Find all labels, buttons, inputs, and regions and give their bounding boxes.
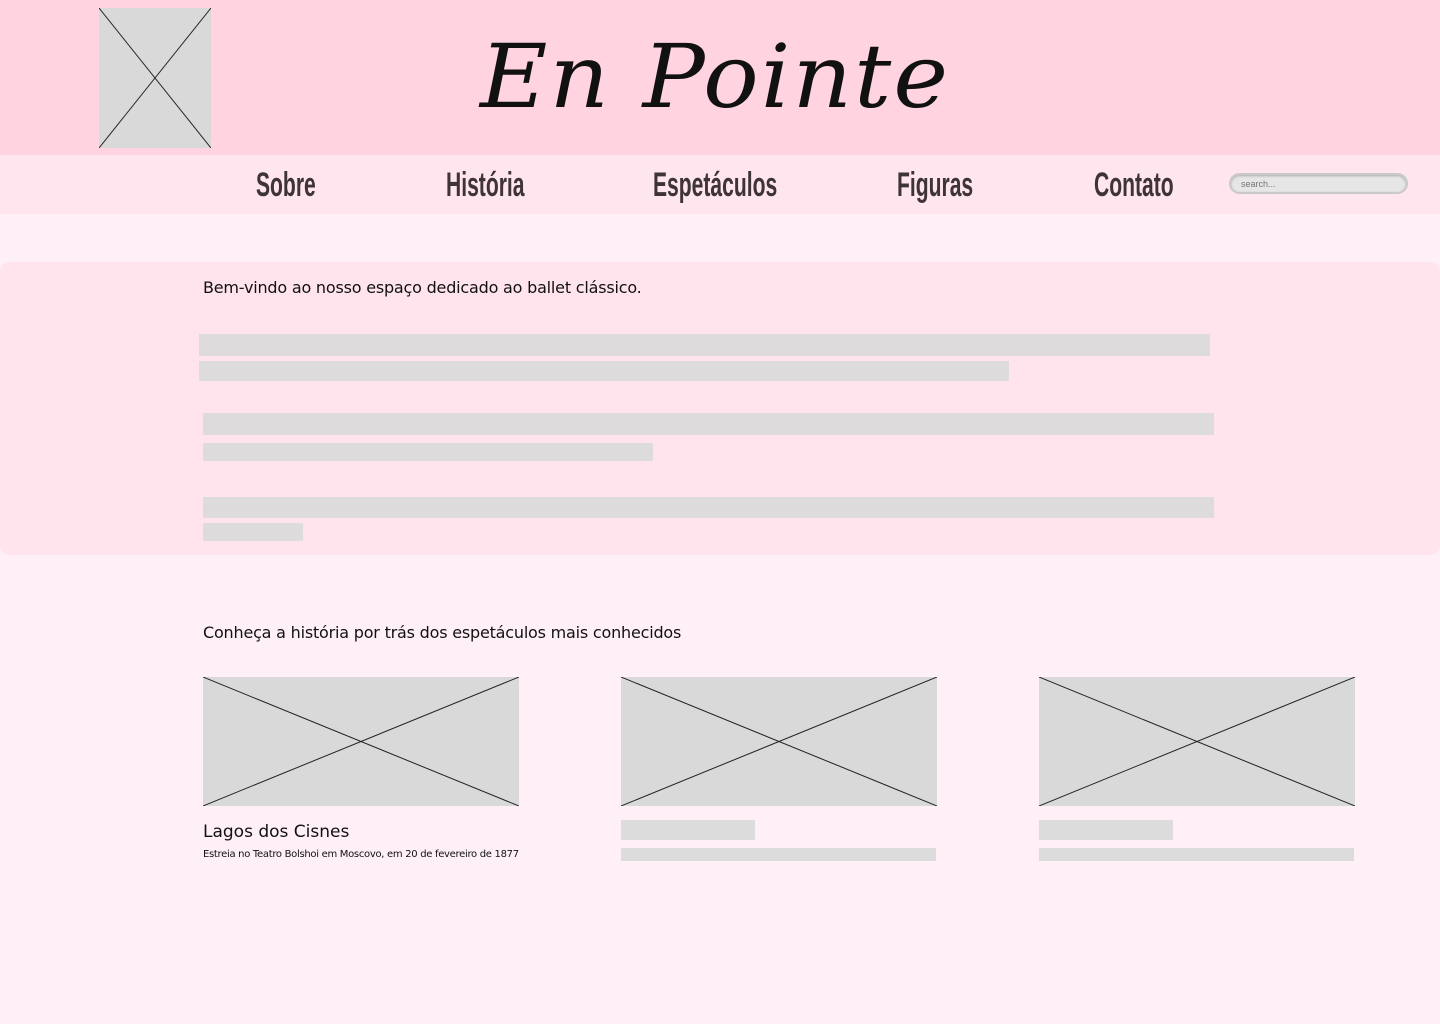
nav-item-sobre[interactable]: Sobre [256,161,316,209]
text-placeholder [199,334,1210,356]
search-input[interactable] [1229,173,1408,194]
nav-item-espetaculos[interactable]: Espetáculos [653,161,777,209]
text-placeholder [199,361,1009,381]
card-title-placeholder [621,820,755,840]
intro-heading: Bem-vindo ao nosso espaço dedicado ao ba… [203,278,642,297]
main-nav: Sobre História Espetáculos Figuras Conta… [0,155,1440,214]
site-header: En Pointe [0,0,1440,155]
nav-item-historia[interactable]: História [446,161,524,209]
nav-item-figuras[interactable]: Figuras [897,161,973,209]
card-title-placeholder [1039,820,1173,840]
show-card-image[interactable] [203,677,519,806]
logo-placeholder-image [99,8,211,148]
show-card-image[interactable] [621,677,937,806]
show-card-subtitle: Estreia no Teatro Bolshoi em Moscovo, em… [203,849,519,860]
card-subtitle-placeholder [621,848,936,861]
card-subtitle-placeholder [1039,848,1354,861]
nav-item-contato[interactable]: Contato [1094,161,1174,209]
show-card-title[interactable]: Lagos dos Cisnes [203,822,349,842]
shows-heading: Conheça a história por trás dos espetácu… [203,623,682,642]
text-placeholder [203,443,653,461]
site-title: En Pointe [480,25,951,128]
show-card-image[interactable] [1039,677,1355,806]
text-placeholder [203,523,303,541]
text-placeholder [203,497,1214,518]
text-placeholder [203,413,1214,435]
